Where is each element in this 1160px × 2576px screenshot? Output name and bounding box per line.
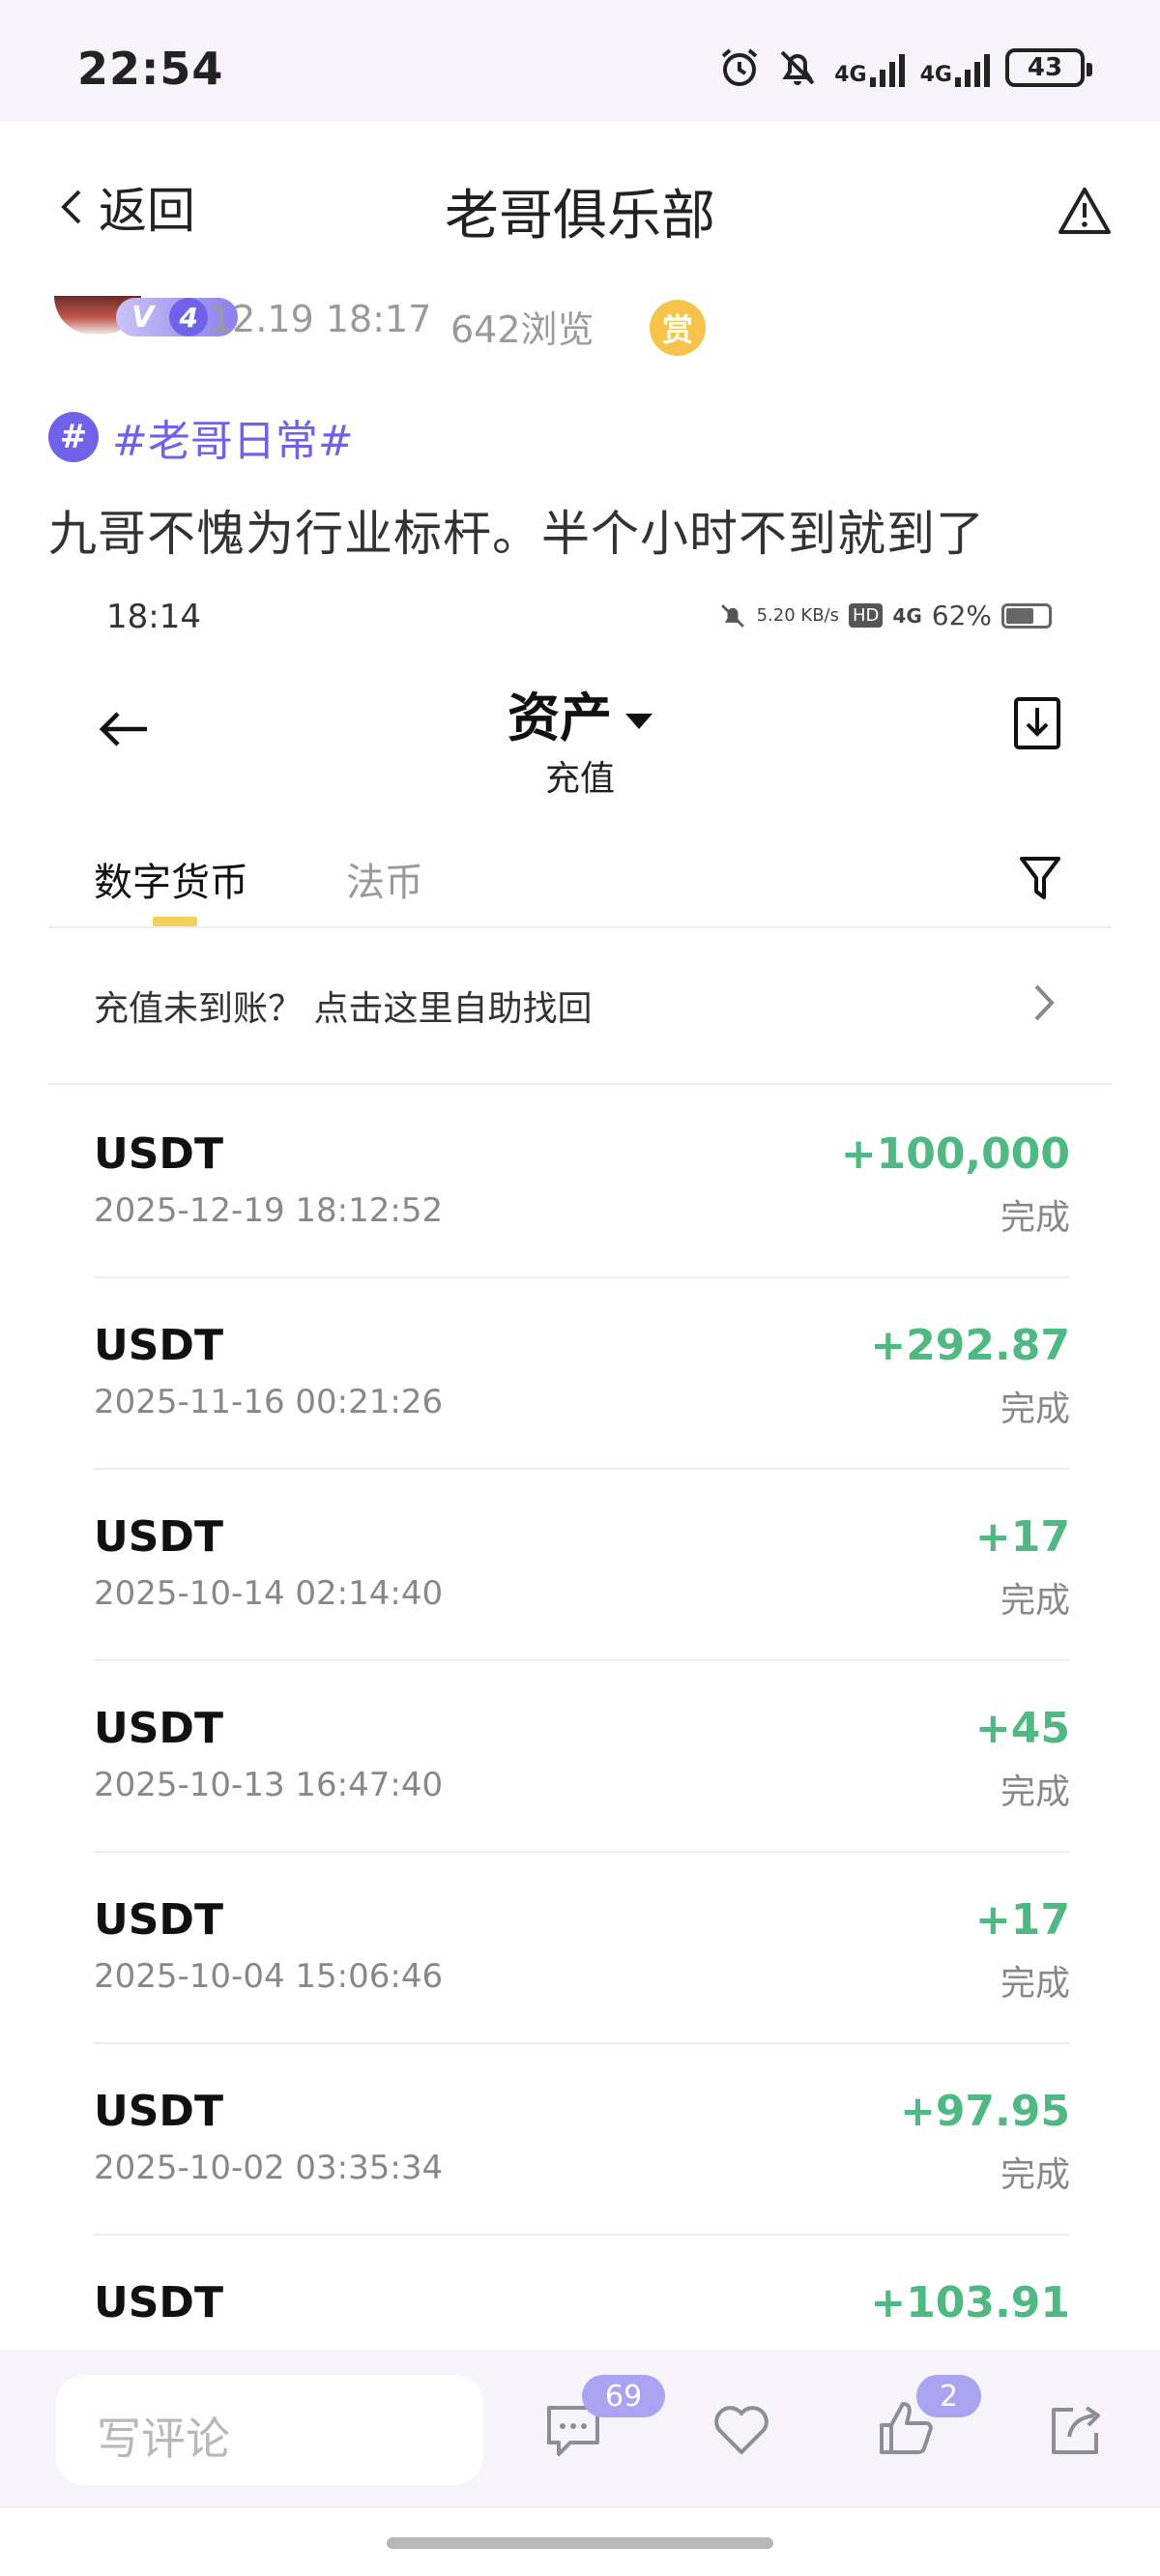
battery-icon: 43 (1005, 48, 1092, 87)
image-battery-pct: 62% (931, 600, 992, 631)
tx-amount: +45 (974, 1704, 1070, 1753)
tx-date: 2025-10-02 03:35:34 (94, 2149, 444, 2187)
net-speed: 5.20 KB/s (756, 604, 840, 626)
status-bar: 22:54 4G 4G 43 (0, 0, 1160, 122)
tx-coin: USDT (94, 2278, 223, 2327)
recharge-help-banner: 充值未到账？ 点击这里自助找回 (48, 930, 1112, 1085)
image-status-icons: 5.20 KB/s HD 4G 62% (718, 600, 1052, 631)
topic-label: #老哥日常# (112, 417, 354, 466)
network-1: 4G (834, 48, 905, 87)
list-item: USDT +103.91 (94, 2236, 1070, 2350)
asset-tabs: 数字货币 法币 (48, 832, 1112, 928)
tx-amount: +292.87 (870, 1321, 1070, 1370)
tab-fiat: 法币 (346, 861, 423, 905)
tx-status: 完成 (1000, 2155, 1070, 2195)
status-icons: 4G 4G 43 (718, 46, 1092, 89)
image-status-time: 18:14 (106, 598, 201, 636)
tx-status: 完成 (1000, 1390, 1070, 1429)
download-icon (1014, 697, 1060, 749)
post-text: 九哥不愧为行业标杆。半个小时不到就到了 (48, 506, 985, 562)
image-net: 4G (892, 603, 922, 628)
tab-digital-currency: 数字货币 (94, 861, 248, 905)
share-icon[interactable] (1048, 2402, 1106, 2458)
tx-date: 2025-10-14 02:14:40 (94, 1574, 444, 1613)
mute-icon (780, 50, 815, 85)
tx-date: 2025-10-13 16:47:40 (94, 1766, 444, 1804)
banner-text: 充值未到账？ 点击这里自助找回 (94, 989, 593, 1029)
list-item: USDT 2025-10-14 02:14:40 +17 完成 (94, 1470, 1070, 1661)
network-2: 4G (920, 48, 990, 87)
tx-amount: +17 (974, 1895, 1070, 1945)
tx-coin: USDT (94, 1321, 223, 1370)
network-label-1: 4G (834, 63, 867, 87)
tx-amount: +97.95 (899, 2087, 1070, 2136)
image-header: 资产 充值 (48, 658, 1112, 803)
signal-icon (869, 48, 905, 87)
tx-amount: +17 (974, 1512, 1070, 1562)
tx-status: 完成 (1000, 1581, 1070, 1621)
status-time: 22:54 (77, 43, 224, 95)
bottom-action-bar: 写评论 69 2 (0, 2350, 1160, 2508)
top-nav: 返回 老哥俱乐部 (0, 122, 1160, 296)
filter-icon (1020, 857, 1060, 899)
like-count: 2 (916, 2375, 982, 2417)
tab-underline (153, 917, 197, 926)
heart-icon[interactable] (711, 2402, 771, 2458)
tx-amount: +103.91 (870, 2278, 1070, 2327)
tx-coin: USDT (94, 2087, 223, 2136)
list-item: USDT 2025-10-04 15:06:46 +17 完成 (94, 1853, 1070, 2044)
topic-icon: # (48, 412, 99, 462)
signal-icon (955, 48, 990, 87)
list-item: USDT 2025-10-13 16:47:40 +45 完成 (94, 1661, 1070, 1853)
hd-badge: HD (849, 603, 884, 628)
post-image[interactable]: 18:14 5.20 KB/s HD 4G 62% 资产 充值 数字货币 法币 … (48, 580, 1112, 2350)
transaction-list: USDT 2025-12-19 18:12:52 +100,000 完成 USD… (94, 1087, 1070, 2350)
alarm-icon (721, 48, 758, 86)
list-item: USDT 2025-12-19 18:12:52 +100,000 完成 (94, 1087, 1070, 1278)
assets-subtitle: 充值 (544, 759, 615, 799)
caret-down-icon (625, 714, 652, 730)
home-indicator[interactable] (387, 2537, 773, 2549)
tx-coin: USDT (94, 1704, 223, 1753)
tx-coin: USDT (94, 1512, 223, 1562)
network-label-2: 4G (919, 63, 952, 87)
tx-status: 完成 (1000, 1198, 1070, 1238)
vip-letter: V (131, 300, 155, 335)
page-title: 老哥俱乐部 (445, 185, 715, 248)
warning-icon[interactable] (1058, 186, 1112, 236)
battery-icon (1001, 602, 1052, 629)
comment-input[interactable]: 写评论 (56, 2375, 483, 2485)
post-views: 642浏览 (450, 308, 594, 351)
topic-tag[interactable]: # #老哥日常# (48, 406, 354, 468)
tx-status: 完成 (1000, 1964, 1070, 2004)
comment-count: 69 (582, 2375, 666, 2417)
list-item: USDT 2025-11-16 00:21:26 +292.87 完成 (94, 1278, 1070, 1470)
tx-status: 完成 (1000, 1772, 1070, 1812)
vip-level: 4 (169, 298, 209, 337)
tx-date: 2025-12-19 18:12:52 (94, 1191, 444, 1230)
list-item: USDT 2025-10-02 03:35:34 +97.95 完成 (94, 2044, 1070, 2236)
battery-level: 43 (1027, 53, 1063, 82)
tx-date: 2025-11-16 00:21:26 (94, 1383, 444, 1421)
assets-title: 资产 (48, 675, 1112, 751)
tx-date: 2025-10-04 15:06:46 (94, 1957, 444, 1996)
post-time: 12.19 18:17 (209, 298, 432, 340)
mute-icon (720, 603, 744, 628)
tx-coin: USDT (94, 1129, 223, 1179)
tx-amount: +100,000 (840, 1129, 1070, 1179)
post-meta: V 4 12.19 18:17 642浏览 赏 (46, 290, 1110, 367)
assets-title-text: 资产 (508, 688, 612, 748)
tx-coin: USDT (94, 1895, 223, 1945)
reward-button[interactable]: 赏 (650, 300, 706, 356)
chevron-right-icon (1034, 984, 1055, 1021)
